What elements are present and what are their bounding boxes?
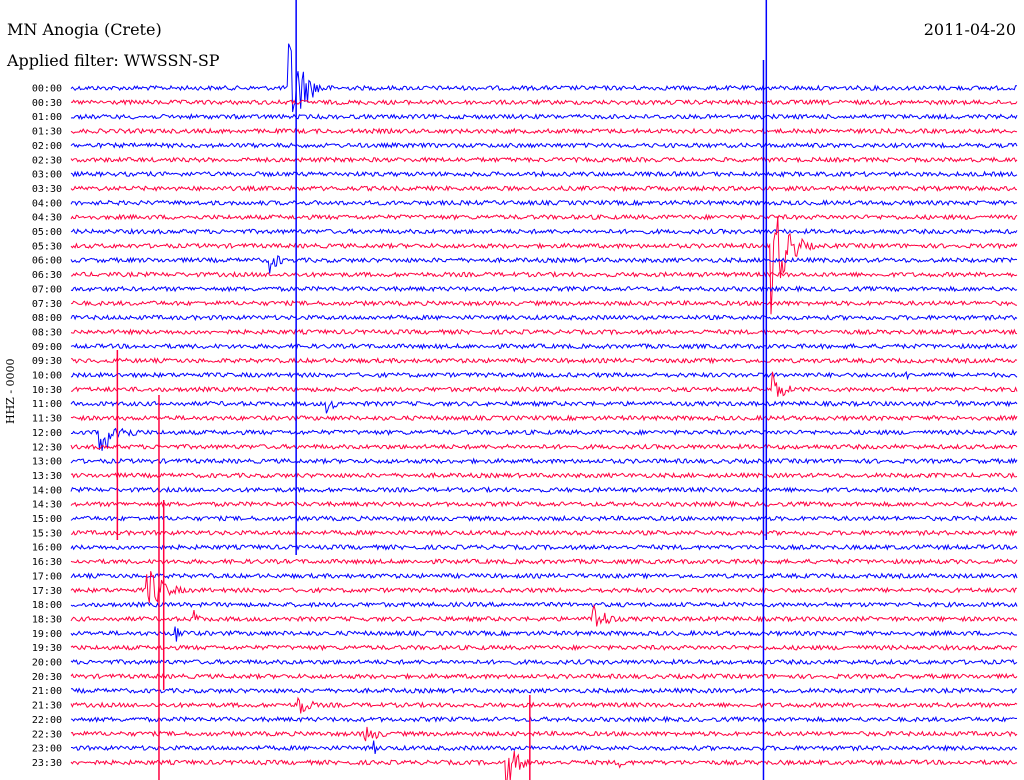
trace-row [70, 500, 1018, 508]
trace-row [70, 644, 1018, 652]
time-tick-label: 10:30 [32, 385, 62, 396]
station-title: MN Anogia (Crete) [7, 20, 162, 39]
trace-row [70, 141, 1018, 149]
time-tick-label: 22:30 [32, 729, 62, 740]
trace-row [70, 199, 1018, 207]
trace-row [70, 672, 1018, 681]
trace-row [70, 127, 1018, 135]
time-tick-label: 16:00 [32, 543, 62, 554]
trace-row [70, 726, 1018, 742]
time-tick-label: 05:00 [32, 227, 62, 238]
time-tick-label: 13:30 [32, 471, 62, 482]
time-tick-label: 20:00 [32, 658, 62, 669]
time-tick-label: 08:00 [32, 313, 62, 324]
trace-row [70, 270, 1018, 279]
trace-row [70, 687, 1017, 695]
time-tick-label: 23:00 [32, 744, 62, 755]
time-tick-label: 00:00 [32, 84, 62, 95]
time-tick-label: 01:30 [32, 127, 62, 138]
time-tick-label: 02:00 [32, 141, 62, 152]
time-tick-label: 11:30 [32, 414, 62, 425]
time-tick-label: 12:30 [32, 442, 62, 453]
trace-row [70, 299, 1018, 307]
time-tick-label: 05:30 [32, 241, 62, 252]
trace-row [70, 626, 1018, 642]
trace-row [71, 740, 1018, 754]
trace-row [70, 255, 1018, 274]
time-tick-label: 17:30 [32, 586, 62, 597]
time-tick-label: 09:30 [32, 356, 62, 367]
trace-row [70, 414, 1018, 422]
date-label: 2011-04-20 [923, 20, 1016, 39]
trace-row [70, 170, 1018, 178]
trace-row [70, 457, 1018, 465]
time-tick-label: 03:00 [32, 170, 62, 181]
time-tick-label: 13:00 [32, 457, 62, 468]
trace-row [70, 514, 1018, 522]
time-tick-label: 20:30 [32, 672, 62, 683]
channel-label: HHZ - 0000 [4, 358, 17, 424]
filter-label: Applied filter: WWSSN-SP [7, 51, 220, 70]
time-tick-label: 19:30 [32, 643, 62, 654]
seismogram-plot: 00:00 00:30 01:00 01:30 02:00 02:30 03:00 03:30… [32, 0, 1018, 780]
trace-row [70, 603, 1018, 627]
time-tick-label: 08:30 [32, 327, 62, 338]
trace-row [70, 485, 1018, 494]
time-tick-label: 04:30 [32, 213, 62, 224]
trace-row [70, 658, 1018, 666]
trace-row [70, 696, 1018, 714]
time-tick-label: 18:30 [32, 614, 62, 625]
trace-row [70, 572, 1018, 580]
trace-row [70, 400, 1018, 414]
trace-row [70, 184, 1017, 193]
time-tick-label: 11:00 [32, 399, 62, 410]
trace-row [70, 227, 1018, 235]
trace-row [70, 342, 1018, 351]
trace-row [70, 328, 1018, 336]
time-tick-label: 14:30 [32, 500, 62, 511]
time-tick-label: 22:00 [32, 715, 62, 726]
time-tick-label: 18:00 [32, 600, 62, 611]
trace-row [70, 601, 1018, 609]
time-tick-label: 06:00 [32, 256, 62, 267]
time-tick-label: 01:00 [32, 112, 62, 123]
time-tick-label: 00:30 [32, 98, 62, 109]
trace-row [70, 529, 1018, 537]
time-tick-label: 15:00 [32, 514, 62, 525]
trace-row [70, 443, 1018, 451]
trace-row [70, 558, 1018, 566]
time-tick-label: 02:30 [32, 155, 62, 166]
trace-row [70, 543, 1018, 551]
time-tick-label: 17:00 [32, 571, 62, 582]
trace-row [70, 356, 1018, 365]
time-tick-label: 16:30 [32, 557, 62, 568]
time-tick-label: 21:00 [32, 686, 62, 697]
time-tick-label: 03:30 [32, 184, 62, 195]
trace-row [70, 715, 1018, 724]
time-tick-label: 07:00 [32, 284, 62, 295]
time-tick-label: 07:30 [32, 299, 62, 310]
trace-row [70, 113, 1018, 121]
trace-row [70, 751, 1018, 780]
trace-row [70, 471, 1018, 479]
time-tick-label: 12:00 [32, 428, 62, 439]
time-tick-label: 06:30 [32, 270, 62, 281]
trace-row [70, 156, 1018, 164]
trace-row [70, 98, 1018, 106]
trace-row [70, 213, 1018, 221]
time-tick-label: 23:30 [32, 758, 62, 769]
time-tick-label: 04:00 [32, 198, 62, 209]
time-tick-label: 09:00 [32, 342, 62, 353]
time-tick-label: 14:00 [32, 485, 62, 496]
time-tick-label: 21:30 [32, 701, 62, 712]
trace-row [70, 285, 1018, 293]
trace-row [70, 314, 1018, 322]
time-tick-label: 10:00 [32, 371, 62, 382]
time-tick-label: 19:00 [32, 629, 62, 640]
trace-row [70, 370, 1018, 381]
time-tick-label: 15:30 [32, 528, 62, 539]
